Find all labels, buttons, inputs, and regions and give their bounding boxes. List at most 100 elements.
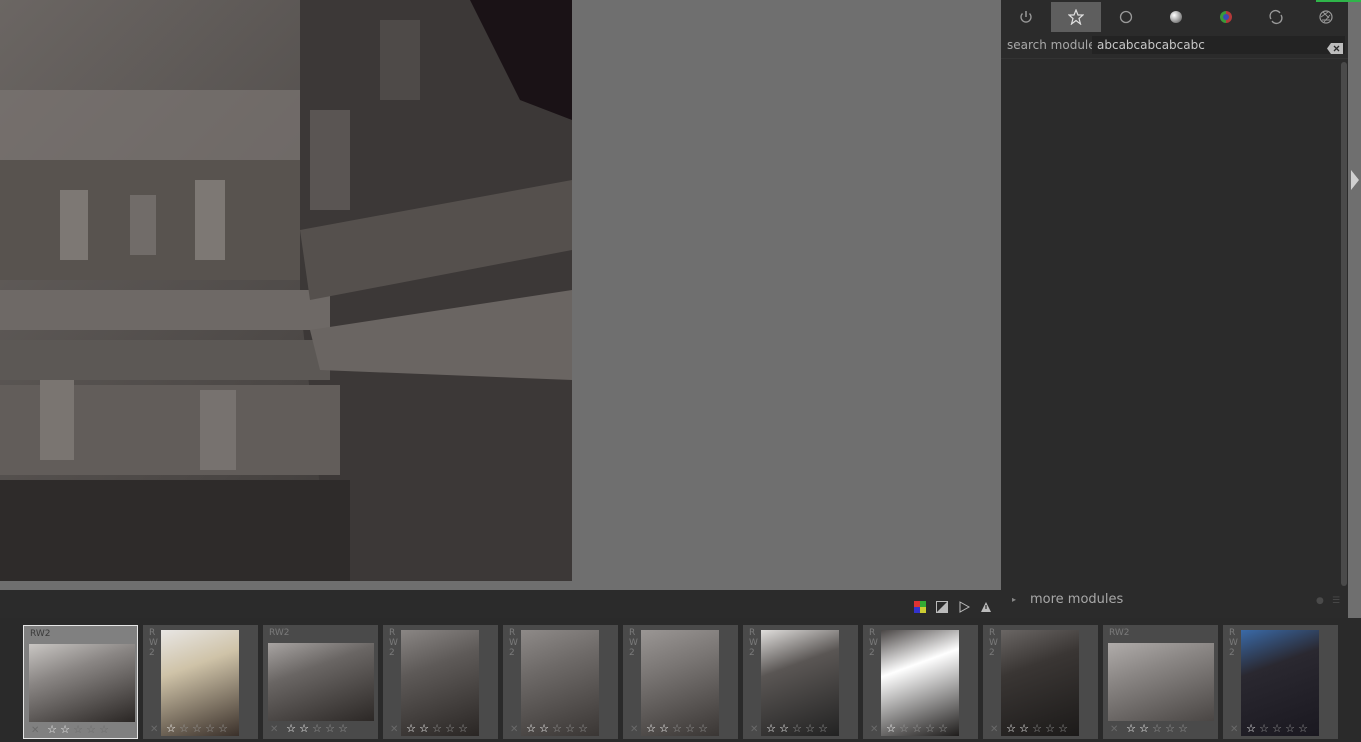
star-icon[interactable]: ☆ <box>671 723 683 735</box>
star-icon[interactable]: ☆ <box>1297 723 1309 735</box>
star-icon[interactable]: ☆ <box>191 723 203 735</box>
color-assessment-icon[interactable] <box>914 598 926 613</box>
star-icon[interactable]: ☆ <box>1245 723 1257 735</box>
star-icon[interactable]: ☆ <box>1284 723 1296 735</box>
star-icon[interactable]: ☆ <box>551 723 563 735</box>
star-icon[interactable]: ☆ <box>98 724 110 736</box>
gamut-check-icon[interactable] <box>980 598 992 612</box>
star-icon[interactable]: ☆ <box>1018 723 1030 735</box>
tab-effects[interactable] <box>1301 2 1351 32</box>
star-icon[interactable]: ☆ <box>885 723 897 735</box>
tab-favorites[interactable] <box>1051 2 1101 32</box>
star-icon[interactable]: ☆ <box>1258 723 1270 735</box>
star-icon[interactable]: ☆ <box>431 723 443 735</box>
star-icon[interactable]: ☆ <box>577 723 589 735</box>
filmstrip-thumbnail[interactable]: RW2 ✕ ☆ ☆ ☆ ☆ ☆ <box>263 625 378 739</box>
star-icon[interactable]: ☆ <box>72 724 84 736</box>
filmstrip-thumbnail[interactable]: RW2 ✕ ☆ ☆ ☆ ☆ ☆ <box>383 625 498 739</box>
star-icon[interactable]: ☆ <box>765 723 777 735</box>
star-icon[interactable]: ☆ <box>457 723 469 735</box>
star-icon[interactable]: ☆ <box>1005 723 1017 735</box>
star-icon[interactable]: ☆ <box>1164 723 1176 735</box>
star-icon[interactable]: ☆ <box>684 723 696 735</box>
reject-icon[interactable]: ✕ <box>270 724 278 735</box>
star-icon[interactable]: ☆ <box>1151 723 1163 735</box>
reject-icon[interactable]: ✕ <box>630 724 638 735</box>
favorite-star-icon <box>1068 9 1084 25</box>
tab-base[interactable] <box>1101 2 1151 32</box>
star-icon[interactable]: ☆ <box>817 723 829 735</box>
reject-icon[interactable]: ✕ <box>990 724 998 735</box>
tab-active-modules[interactable] <box>1001 2 1051 32</box>
presets-icon[interactable]: ● <box>1316 596 1326 606</box>
star-icon[interactable]: ☆ <box>337 723 349 735</box>
star-icon[interactable]: ☆ <box>285 723 297 735</box>
softproof-icon[interactable] <box>958 598 971 613</box>
clear-search-icon[interactable] <box>1327 39 1343 54</box>
star-icon[interactable]: ☆ <box>418 723 430 735</box>
filmstrip-thumbnail[interactable]: RW2 ✕ ☆ ☆ ☆ ☆ ☆ <box>743 625 858 739</box>
star-icon[interactable]: ☆ <box>1057 723 1069 735</box>
tab-correct[interactable] <box>1251 2 1301 32</box>
star-icon[interactable]: ☆ <box>778 723 790 735</box>
star-icon[interactable]: ☆ <box>937 723 949 735</box>
star-icon[interactable]: ☆ <box>1031 723 1043 735</box>
star-rating: ☆ ☆ ☆ ☆ ☆ <box>405 723 469 735</box>
star-icon[interactable]: ☆ <box>217 723 229 735</box>
star-icon[interactable]: ☆ <box>178 723 190 735</box>
reject-icon[interactable]: ✕ <box>150 724 158 735</box>
filmstrip-thumbnail[interactable]: RW2 ✕ ☆ ☆ ☆ ☆ ☆ <box>143 625 258 739</box>
reject-icon[interactable]: ✕ <box>1110 724 1118 735</box>
tab-color[interactable] <box>1201 2 1251 32</box>
star-icon[interactable]: ☆ <box>645 723 657 735</box>
star-icon[interactable]: ☆ <box>444 723 456 735</box>
reject-icon[interactable]: ✕ <box>870 724 878 735</box>
star-icon[interactable]: ☆ <box>791 723 803 735</box>
star-icon[interactable]: ☆ <box>1125 723 1137 735</box>
tab-tone[interactable] <box>1151 2 1201 32</box>
menu-icon[interactable]: ☰ <box>1332 596 1342 606</box>
thumbnail-image <box>1001 630 1079 736</box>
star-icon[interactable]: ☆ <box>311 723 323 735</box>
main-image-preview[interactable] <box>0 0 572 581</box>
star-icon[interactable]: ☆ <box>405 723 417 735</box>
more-modules-section[interactable]: ▸ more modules ● ☰ <box>1001 588 1348 614</box>
star-icon[interactable]: ☆ <box>564 723 576 735</box>
star-icon[interactable]: ☆ <box>804 723 816 735</box>
star-icon[interactable]: ☆ <box>538 723 550 735</box>
overexposed-icon[interactable] <box>936 598 948 613</box>
reject-icon[interactable]: ✕ <box>31 725 39 736</box>
filmstrip-thumbnail[interactable]: RW2 ✕ ☆ ☆ ☆ ☆ ☆ <box>1223 625 1338 739</box>
temple-photo <box>0 0 572 581</box>
reject-icon[interactable]: ✕ <box>1230 724 1238 735</box>
star-icon[interactable]: ☆ <box>1138 723 1150 735</box>
star-icon[interactable]: ☆ <box>298 723 310 735</box>
star-icon[interactable]: ☆ <box>1177 723 1189 735</box>
star-icon[interactable]: ☆ <box>697 723 709 735</box>
star-icon[interactable]: ☆ <box>85 724 97 736</box>
star-icon[interactable]: ☆ <box>324 723 336 735</box>
star-icon[interactable]: ☆ <box>924 723 936 735</box>
star-icon[interactable]: ☆ <box>46 724 58 736</box>
search-module-input[interactable] <box>1092 36 1345 54</box>
module-list-scrollbar[interactable] <box>1341 62 1347 586</box>
reject-icon[interactable]: ✕ <box>510 724 518 735</box>
star-icon[interactable]: ☆ <box>165 723 177 735</box>
star-icon[interactable]: ☆ <box>658 723 670 735</box>
filmstrip-thumbnail[interactable]: RW2 ✕ ☆ ☆ ☆ ☆ ☆ <box>503 625 618 739</box>
filmstrip-thumbnail[interactable]: RW2 ✕ ☆ ☆ ☆ ☆ ☆ <box>863 625 978 739</box>
filmstrip-thumbnail[interactable]: RW2 ✕ ☆ ☆ ☆ ☆ ☆ <box>623 625 738 739</box>
reject-icon[interactable]: ✕ <box>750 724 758 735</box>
collapse-right-panel-icon[interactable] <box>1350 170 1360 194</box>
filmstrip-thumbnail[interactable]: RW2 ✕ ☆ ☆ ☆ ☆ ☆ <box>1103 625 1218 739</box>
star-icon[interactable]: ☆ <box>525 723 537 735</box>
filmstrip-thumbnail[interactable]: RW2 ✕ ☆ ☆ ☆ ☆ ☆ <box>23 625 138 739</box>
star-icon[interactable]: ☆ <box>204 723 216 735</box>
star-icon[interactable]: ☆ <box>911 723 923 735</box>
filmstrip-thumbnail[interactable]: RW2 ✕ ☆ ☆ ☆ ☆ ☆ <box>983 625 1098 739</box>
reject-icon[interactable]: ✕ <box>390 724 398 735</box>
star-icon[interactable]: ☆ <box>1044 723 1056 735</box>
star-icon[interactable]: ☆ <box>898 723 910 735</box>
star-icon[interactable]: ☆ <box>1271 723 1283 735</box>
star-icon[interactable]: ☆ <box>59 724 71 736</box>
